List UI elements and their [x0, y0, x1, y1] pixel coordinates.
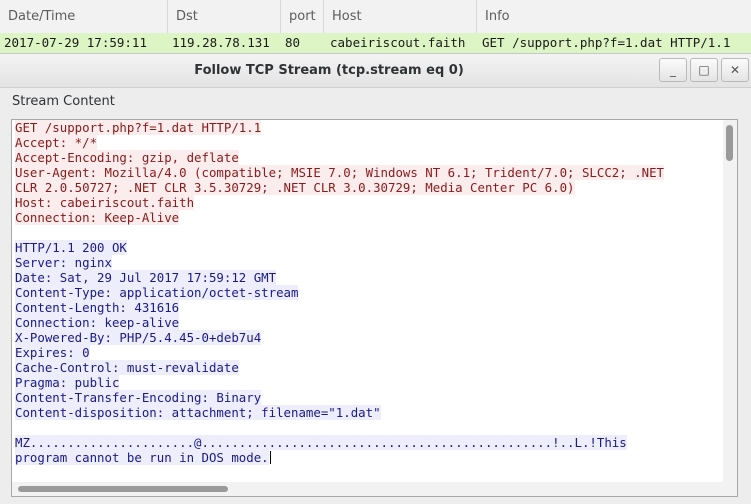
stream-content-text[interactable]: GET /support.php?f=1.dat HTTP/1.1 Accept… — [11, 119, 738, 497]
stream-text-lines: GET /support.php?f=1.dat HTTP/1.1 Accept… — [15, 120, 720, 465]
packet-row-selected[interactable]: 2017-07-29 17:59:11 119.28.78.131 80 cab… — [0, 33, 751, 53]
client-line: Host: cabeiriscout.faith — [15, 195, 195, 210]
column-header-port[interactable]: port — [281, 0, 324, 33]
minimize-icon: _ — [670, 63, 676, 77]
server-line: Content-Type: application/octet-stream — [15, 285, 299, 300]
horizontal-scroll-thumb[interactable] — [18, 486, 228, 492]
dialog-title: Follow TCP Stream (tcp.stream eq 0) — [194, 63, 464, 78]
client-line: Accept-Encoding: gzip, deflate — [15, 150, 239, 165]
packet-info: GET /support.php?f=1.dat HTTP/1.1 — [482, 35, 731, 50]
packet-host: cabeiriscout.faith — [330, 35, 466, 50]
server-line: Cache-Control: must-revalidate — [15, 360, 239, 375]
follow-tcp-stream-dialog: Follow TCP Stream (tcp.stream eq 0) _ □ … — [0, 53, 751, 504]
stream-content-label: Stream Content — [12, 94, 115, 109]
server-line: Pragma: public — [15, 375, 120, 390]
packet-dst: 119.28.78.131 — [172, 35, 270, 50]
server-line: Connection: keep-alive — [15, 315, 180, 330]
client-line: GET /support.php?f=1.dat HTTP/1.1 — [15, 120, 262, 135]
server-line: X-Powered-By: PHP/5.4.45-0+deb7u4 — [15, 330, 262, 345]
server-line: HTTP/1.1 200 OK — [15, 240, 127, 255]
server-line: Date: Sat, 29 Jul 2017 17:59:12 GMT — [15, 270, 277, 285]
server-line: Content-Transfer-Encoding: Binary — [15, 390, 262, 405]
maximize-icon: □ — [698, 63, 710, 77]
maximize-button[interactable]: □ — [690, 58, 718, 82]
close-icon: ✕ — [729, 63, 741, 77]
column-header-datetime[interactable]: Date/Time — [0, 0, 168, 33]
column-header-dst[interactable]: Dst — [168, 0, 281, 33]
vertical-scroll-thumb[interactable] — [726, 125, 733, 161]
minimize-button[interactable]: _ — [659, 58, 687, 82]
packet-datetime: 2017-07-29 17:59:11 — [4, 35, 147, 50]
packet-list-header: Date/Time Dst port Host Info — [0, 0, 751, 34]
client-line: Connection: Keep-Alive — [15, 210, 180, 225]
dialog-titlebar[interactable]: Follow TCP Stream (tcp.stream eq 0) _ □ … — [0, 54, 751, 88]
text-cursor — [269, 451, 271, 464]
server-line: Expires: 0 — [15, 345, 90, 360]
column-header-info[interactable]: Info — [477, 0, 751, 33]
server-binary-line: program cannot be run in DOS mode. — [15, 450, 271, 465]
close-button[interactable]: ✕ — [721, 58, 749, 82]
server-line: Server: nginx — [15, 255, 112, 270]
client-line: User-Agent: Mozilla/4.0 (compatible; MSI… — [15, 165, 665, 180]
client-line: CLR 2.0.50727; .NET CLR 3.5.30729; .NET … — [15, 180, 575, 195]
client-line: Accept: */* — [15, 135, 98, 150]
server-line: Content-Length: 431616 — [15, 300, 180, 315]
server-binary-line: MZ......................@...............… — [15, 435, 627, 450]
column-header-host[interactable]: Host — [324, 0, 477, 33]
server-line: Content-disposition: attachment; filenam… — [15, 405, 381, 420]
packet-port: 80 — [285, 35, 301, 50]
horizontal-scrollbar[interactable] — [12, 482, 724, 496]
vertical-scrollbar[interactable] — [723, 120, 737, 496]
